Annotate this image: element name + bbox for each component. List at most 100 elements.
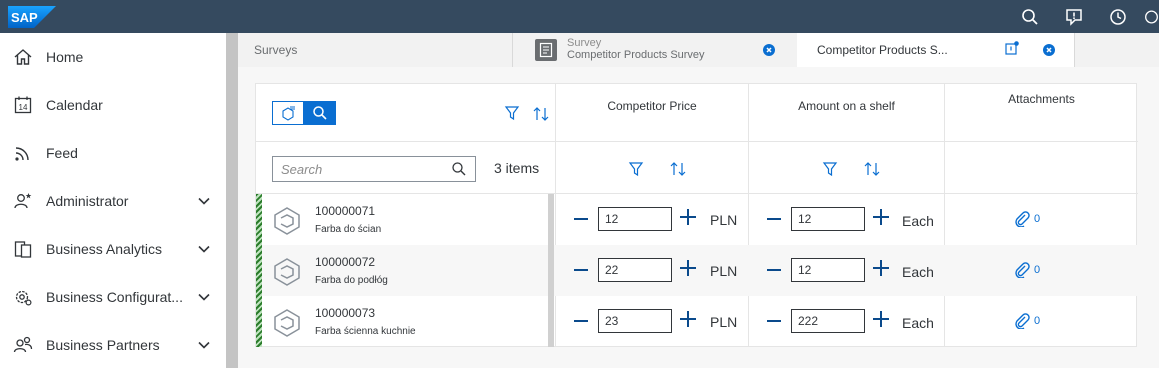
survey-table: 3 items Competitor Price Amount on a she… — [255, 83, 1138, 347]
filter-icon — [504, 106, 520, 121]
amount-input[interactable]: 222 — [791, 309, 865, 333]
sort-icon — [864, 162, 880, 176]
product-icon — [282, 106, 295, 121]
filter-button[interactable] — [502, 103, 522, 123]
tab-survey[interactable]: Survey Competitor Products Survey — [513, 33, 796, 67]
attachments-link[interactable]: 0 — [1014, 312, 1044, 330]
product-id: 100000071 — [315, 204, 376, 218]
amount-increment-button[interactable] — [870, 206, 892, 228]
help-icon — [1145, 10, 1158, 24]
price-increment-button[interactable] — [677, 308, 699, 330]
column-header-competitor-price: Competitor Price — [607, 99, 697, 113]
amount-decrement-button[interactable] — [763, 259, 785, 281]
tab-competitor-products[interactable]: Competitor Products S... — [797, 33, 1074, 67]
minus-icon — [574, 218, 588, 220]
plus-icon — [680, 311, 696, 327]
notification-badge-icon — [1005, 41, 1019, 55]
amount-sort-button[interactable] — [862, 159, 882, 179]
price-decrement-button[interactable] — [570, 208, 592, 230]
feedback-icon — [1066, 9, 1082, 26]
product-name: Farba do ścian — [315, 224, 382, 235]
table-row[interactable]: 100000072 Farba do podłóg 22 PLN 12 Each… — [256, 245, 1138, 296]
paperclip-icon — [1015, 211, 1030, 227]
price-filter-button[interactable] — [626, 159, 646, 179]
sidebar-item-label: Business Analytics — [46, 241, 162, 257]
table-row[interactable]: 100000071 Farba do ścian 12 PLN 12 Each … — [256, 194, 1138, 245]
minus-icon — [767, 269, 781, 271]
sidebar-item-feed[interactable]: Feed — [0, 129, 226, 177]
sidebar-item-label: Feed — [46, 145, 78, 161]
search-icon[interactable] — [451, 161, 467, 177]
price-decrement-button[interactable] — [570, 310, 592, 332]
tab-label: Surveys — [254, 43, 298, 57]
search-field[interactable] — [272, 156, 476, 182]
price-increment-button[interactable] — [677, 257, 699, 279]
calendar-icon: 14 — [12, 94, 34, 116]
search-input[interactable] — [281, 161, 441, 177]
close-icon — [766, 47, 772, 53]
product-name: Farba do podłóg — [315, 275, 388, 286]
plus-icon — [680, 260, 696, 276]
history-button[interactable] — [1105, 4, 1131, 30]
feed-icon — [12, 142, 34, 164]
partners-icon — [12, 334, 34, 356]
close-tab-button[interactable] — [1043, 44, 1055, 56]
tab-surveys[interactable]: Surveys — [238, 33, 512, 67]
price-sort-button[interactable] — [668, 159, 688, 179]
attachments-count: 0 — [1034, 213, 1041, 225]
sidebar-item-business-analytics[interactable]: Business Analytics — [0, 225, 226, 273]
plus-icon — [873, 209, 889, 225]
product-view-button[interactable] — [272, 101, 304, 125]
amount-increment-button[interactable] — [870, 257, 892, 279]
search-button[interactable] — [1017, 4, 1043, 30]
sidebar-item-label: Business Partners — [46, 337, 160, 353]
price-input[interactable]: 12 — [598, 207, 672, 231]
amount-filter-button[interactable] — [820, 159, 840, 179]
amount-input[interactable]: 12 — [791, 258, 865, 282]
price-input[interactable]: 22 — [598, 258, 672, 282]
chevron-down-icon — [196, 289, 212, 305]
table-row[interactable]: 100000073 Farba ścienna kuchnie 23 PLN 2… — [256, 296, 1138, 347]
plus-icon — [873, 260, 889, 276]
clock-icon — [1110, 9, 1126, 25]
attachments-link[interactable]: 0 — [1014, 261, 1044, 279]
sidebar-item-home[interactable]: Home — [0, 33, 226, 81]
sidebar-item-business-configuration[interactable]: Business Configurat... — [0, 273, 226, 321]
feedback-button[interactable] — [1061, 4, 1087, 30]
search-mode-button[interactable] — [304, 101, 336, 125]
help-button[interactable] — [1144, 4, 1159, 30]
sidebar-splitter[interactable] — [226, 33, 238, 368]
product-icon — [274, 207, 300, 235]
paperclip-icon — [1015, 262, 1030, 278]
status-indicator — [256, 245, 262, 296]
sidebar-item-administrator[interactable]: Administrator — [0, 177, 226, 225]
analytics-icon — [12, 238, 34, 260]
home-icon — [12, 46, 34, 68]
administrator-icon — [12, 190, 34, 212]
status-indicator — [256, 296, 262, 347]
row-splitter — [548, 245, 554, 296]
amount-decrement-button[interactable] — [763, 310, 785, 332]
row-splitter — [548, 296, 554, 347]
attachments-count: 0 — [1034, 264, 1041, 276]
amount-decrement-button[interactable] — [763, 208, 785, 230]
amount-unit: Each — [902, 213, 934, 229]
status-indicator — [256, 194, 262, 245]
product-icon — [274, 309, 300, 337]
sort-button[interactable] — [531, 104, 551, 124]
amount-increment-button[interactable] — [870, 308, 892, 330]
close-tab-button[interactable] — [763, 44, 775, 56]
price-input[interactable]: 23 — [598, 309, 672, 333]
shell-bar: SAP — [0, 0, 1159, 33]
chevron-down-icon — [196, 241, 212, 257]
amount-input[interactable]: 12 — [791, 207, 865, 231]
column-header-amount-on-shelf: Amount on a shelf — [798, 99, 895, 113]
price-decrement-button[interactable] — [570, 259, 592, 281]
chevron-down-icon — [196, 193, 212, 209]
price-increment-button[interactable] — [677, 206, 699, 228]
search-icon — [313, 106, 327, 120]
sap-logo[interactable]: SAP — [8, 6, 56, 28]
sidebar-item-business-partners[interactable]: Business Partners — [0, 321, 226, 368]
sidebar-item-calendar[interactable]: 14 Calendar — [0, 81, 226, 129]
attachments-link[interactable]: 0 — [1014, 210, 1044, 228]
